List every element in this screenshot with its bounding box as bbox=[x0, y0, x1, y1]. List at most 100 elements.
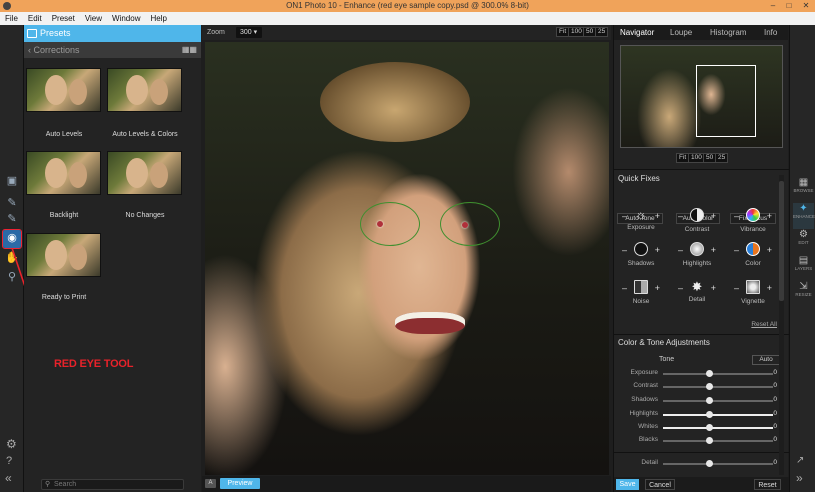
slider-knob[interactable] bbox=[706, 397, 713, 404]
red-pupil-left bbox=[377, 221, 383, 227]
edit-gear-icon: ⚙ bbox=[799, 229, 808, 240]
navigator-preview[interactable] bbox=[620, 45, 783, 148]
scroll-thumb[interactable] bbox=[779, 181, 784, 301]
tone-auto-button[interactable]: Auto bbox=[752, 355, 780, 365]
grid-view-icon[interactable]: ▦▦ bbox=[182, 46, 197, 54]
preset-label: Auto Levels & Colors bbox=[112, 131, 178, 138]
red-pupil-right bbox=[462, 222, 468, 228]
divider bbox=[614, 169, 789, 170]
slider-blacks[interactable]: Blacks 0 bbox=[614, 436, 789, 446]
reset-button[interactable]: Reset bbox=[754, 479, 781, 490]
slider-knob[interactable] bbox=[706, 411, 713, 418]
module-strip: ▦ BROWSE ✦ ENHANCE ⚙ EDIT ▤ LAYERS ⇲ RESIZE ↗… bbox=[789, 25, 815, 492]
resize-icon: ⇲ bbox=[799, 281, 808, 292]
quickfix-vignette[interactable]: – + Vignette bbox=[728, 280, 778, 305]
quickfix-exposure[interactable]: – ☼ + Exposure bbox=[616, 208, 666, 232]
search-icon: ⚲ bbox=[45, 481, 51, 488]
presets-panel: Presets ‹ Corrections ▦▦ Auto Levels Aut… bbox=[24, 25, 201, 492]
quickfix-detail[interactable]: – ✸ + Detail bbox=[672, 279, 722, 304]
quickfix-shadows[interactable]: – + Shadows bbox=[616, 242, 666, 267]
zoom-value: 300 bbox=[240, 29, 252, 36]
tab-navigator[interactable]: Navigator bbox=[620, 25, 654, 40]
tab-info[interactable]: Info bbox=[764, 25, 777, 40]
red-eye-tool-annotation: RED EYE TOOL bbox=[54, 358, 134, 370]
presets-title: Presets bbox=[40, 28, 71, 38]
color-icon bbox=[746, 242, 760, 256]
zoom-select[interactable]: 300 ▾ bbox=[236, 27, 262, 38]
compare-icon[interactable]: A bbox=[205, 479, 216, 488]
right-panel-scrollbar[interactable] bbox=[779, 175, 784, 475]
red-eye-circle-right bbox=[440, 202, 500, 246]
cancel-button[interactable]: Cancel bbox=[645, 479, 675, 490]
divider bbox=[614, 452, 789, 453]
presets-icon bbox=[27, 29, 37, 38]
hair-region bbox=[320, 62, 470, 142]
color-tone-title: Color & Tone Adjustments bbox=[618, 338, 710, 347]
preset-thumbnail[interactable] bbox=[107, 151, 182, 195]
slider-knob[interactable] bbox=[706, 370, 713, 377]
slider-knob[interactable] bbox=[706, 383, 713, 390]
presets-header[interactable]: Presets bbox=[24, 25, 201, 42]
preset-label: Ready to Print bbox=[41, 294, 87, 301]
quickfix-highlights[interactable]: – + Highlights bbox=[672, 242, 722, 267]
tab-histogram[interactable]: Histogram bbox=[710, 25, 746, 40]
right-panel: Navigator Loupe Histogram Info Fit 100 5… bbox=[613, 25, 789, 492]
module-browse[interactable]: ▦ BROWSE bbox=[793, 177, 814, 203]
divider bbox=[614, 334, 789, 335]
canvas-bottom-bar: A Preview bbox=[202, 476, 611, 492]
module-edit[interactable]: ⚙ EDIT bbox=[793, 229, 814, 255]
noise-icon bbox=[634, 280, 648, 294]
red-eye-circle-left bbox=[360, 202, 420, 246]
corrections-category[interactable]: ‹ Corrections ▦▦ bbox=[24, 42, 201, 58]
vibrance-icon bbox=[746, 208, 760, 222]
preset-thumbnail[interactable] bbox=[107, 68, 182, 112]
zoom-25-button[interactable]: 25 bbox=[595, 27, 609, 37]
right-footer: Save Cancel Reset bbox=[614, 477, 789, 492]
browse-icon: ▦ bbox=[798, 177, 809, 188]
detail-icon: ✸ bbox=[691, 279, 703, 294]
module-enhance[interactable]: ✦ ENHANCE bbox=[793, 203, 815, 229]
module-layers[interactable]: ▤ LAYERS bbox=[793, 255, 814, 281]
slider-knob[interactable] bbox=[706, 424, 713, 431]
zoom-label: Zoom bbox=[207, 29, 225, 36]
save-button[interactable]: Save bbox=[616, 479, 639, 490]
preset-label: Backlight bbox=[49, 212, 79, 219]
share-icon[interactable]: ↗ bbox=[796, 455, 804, 466]
reset-all-link[interactable]: Reset All bbox=[751, 321, 777, 328]
collapse-right-icon[interactable]: » bbox=[796, 471, 803, 485]
slider-highlights[interactable]: Highlights 0 bbox=[614, 410, 789, 420]
category-label: Corrections bbox=[33, 45, 80, 55]
slider-shadows[interactable]: Shadows 0 bbox=[614, 396, 789, 406]
quickfix-vibrance[interactable]: – + Vibrance bbox=[728, 208, 778, 233]
right-tabs: Navigator Loupe Histogram Info bbox=[614, 25, 788, 40]
layers-icon: ▤ bbox=[798, 255, 809, 266]
slider-contrast[interactable]: Contrast 0 bbox=[614, 382, 789, 392]
quickfix-noise[interactable]: – + Noise bbox=[616, 280, 666, 305]
slider-whites[interactable]: Whites 0 bbox=[614, 423, 789, 433]
highlights-icon bbox=[690, 242, 704, 256]
module-resize[interactable]: ⇲ RESIZE bbox=[793, 281, 814, 307]
image-canvas[interactable] bbox=[205, 42, 609, 475]
tab-loupe[interactable]: Loupe bbox=[670, 25, 692, 40]
slider-knob[interactable] bbox=[706, 437, 713, 444]
quick-fixes-title: Quick Fixes bbox=[618, 174, 660, 183]
preset-label: Auto Levels bbox=[45, 131, 83, 138]
preset-thumbnail[interactable] bbox=[26, 68, 101, 112]
preset-search-input[interactable]: ⚲ Search bbox=[41, 479, 184, 490]
quickfix-color[interactable]: – + Color bbox=[728, 242, 778, 267]
search-placeholder: Search bbox=[54, 481, 77, 488]
quickfix-contrast[interactable]: – + Contrast bbox=[672, 208, 722, 233]
canvas-toolbar: Zoom 300 ▾ Fit 100 50 25 bbox=[202, 25, 611, 40]
slider-detail[interactable]: Detail 0 bbox=[614, 459, 789, 469]
enhance-icon: ✦ bbox=[799, 203, 808, 214]
tone-label: Tone bbox=[659, 356, 675, 363]
slider-exposure[interactable]: Exposure 0 bbox=[614, 369, 789, 379]
shadows-icon bbox=[634, 242, 648, 256]
slider-knob[interactable] bbox=[706, 460, 713, 467]
preview-button[interactable]: Preview bbox=[220, 478, 260, 489]
navigator-viewport-box[interactable] bbox=[696, 65, 756, 137]
preset-thumbnail[interactable] bbox=[26, 233, 101, 277]
preset-thumbnail[interactable] bbox=[26, 151, 101, 195]
mouth-region bbox=[395, 312, 465, 334]
nav-25-button[interactable]: 25 bbox=[715, 153, 729, 163]
